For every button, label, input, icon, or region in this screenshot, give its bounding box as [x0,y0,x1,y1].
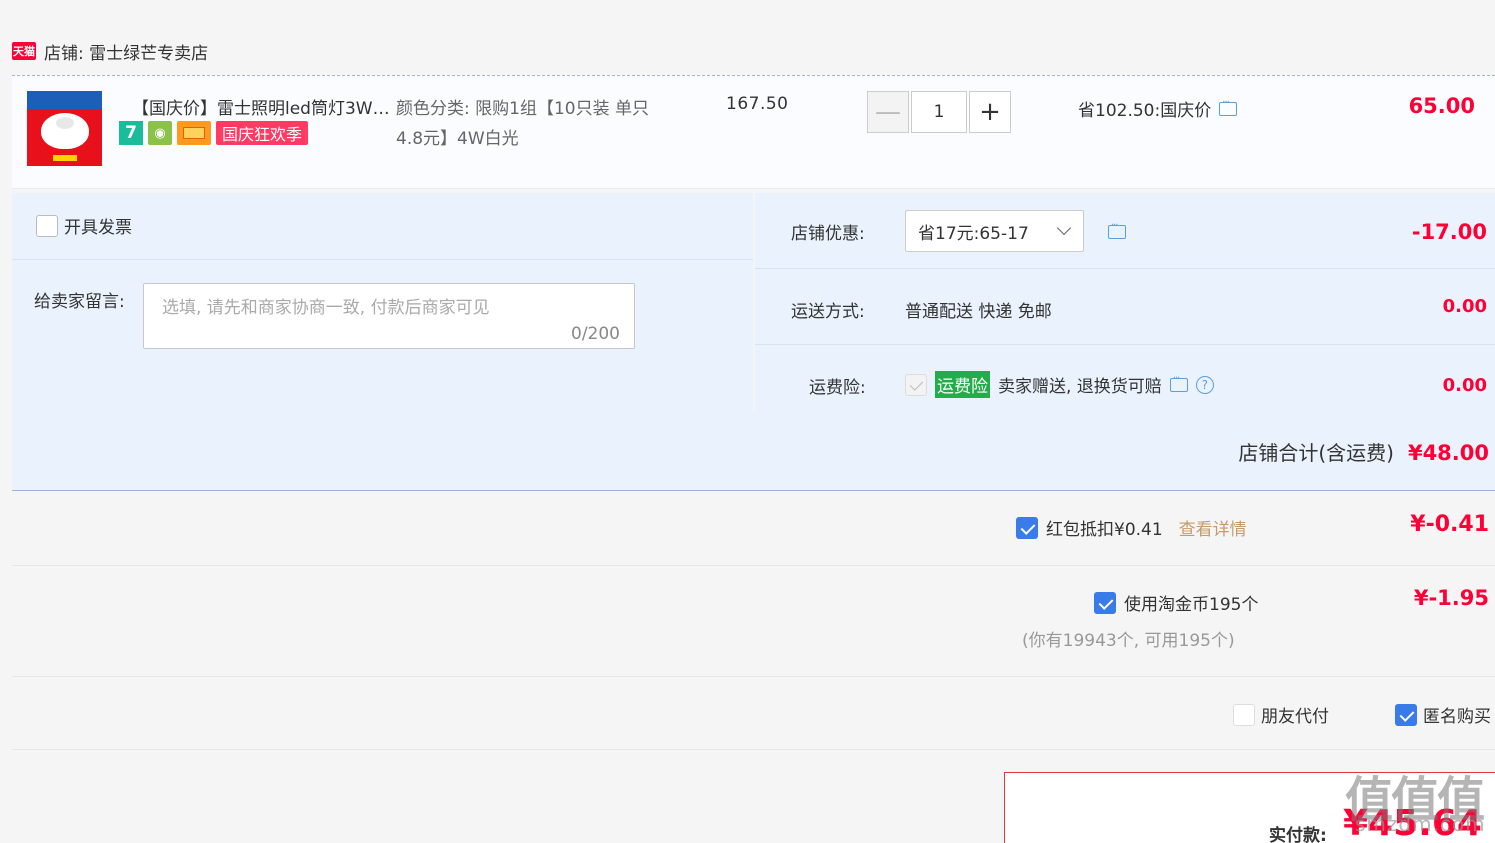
promo-text: 省102.50:国庆价 [1078,101,1212,121]
chat-icon[interactable] [1219,97,1238,116]
redpacket-details-link[interactable]: 查看详情 [1179,515,1247,540]
final-label: 实付款: [1269,826,1327,843]
coins-label: 使用淘金币195个 [1124,595,1259,615]
anonymous-label: 匿名购买 [1423,707,1491,727]
note-field: 0/200 [143,283,635,349]
invoice-checkbox[interactable] [36,214,58,237]
help-icon[interactable]: ? [1195,375,1214,394]
shipping-label: 运送方式: [791,302,865,322]
shipping-value: 普通配送 快递 免邮 [905,302,1052,322]
shop-total-label: 店铺合计(含运费) [1238,441,1394,465]
unit-price: 167.50 [726,94,789,114]
insurance-amount: 0.00 [1442,375,1487,396]
qty-decrease-button[interactable]: — [867,91,909,133]
insurance-text: 卖家赠送, 退换货可赔 [998,377,1162,397]
product-title-link[interactable]: 【国庆价】雷士照明led筒灯3W开孔天花灯家用客厅嵌入式射灯孔灯 [132,94,402,119]
note-counter: 0/200 [571,324,620,344]
redpacket-checkbox[interactable] [1016,516,1038,539]
coins-checkbox[interactable] [1094,591,1116,614]
coins-row: 使用淘金币195个 [1094,590,1258,615]
credit-card-icon[interactable] [177,121,211,145]
coins-note: (你有19943个, 可用195个) [1022,631,1235,651]
friend-pay-checkbox[interactable] [1233,703,1255,726]
redpacket-amount: ¥-0.41 [1410,512,1489,537]
quantity-stepper: — 1 + [867,91,1011,133]
redpacket-label: 红包抵扣¥0.41 [1046,520,1163,540]
discount-label: 店铺优惠: [791,224,865,244]
coins-amount: ¥-1.95 [1413,586,1489,610]
shop-discount-select[interactable]: 省17元:65-17 [905,210,1084,252]
item-total: 65.00 [1408,94,1475,118]
qty-increase-button[interactable]: + [969,91,1011,133]
promo-info: 省102.50:国庆价 [1078,96,1238,121]
seven-day-return-icon[interactable]: 7 [119,121,143,145]
sku-info: 颜色分类: 限购1组【10只装 单只4.8元】4W白光 [396,99,649,149]
discount-amount: -17.00 [1411,220,1487,244]
insurance-badge: 运费险 [935,371,990,398]
qty-input[interactable]: 1 [911,91,967,133]
redpacket-row: 红包抵扣¥0.41 查看详情 [1016,515,1247,540]
chat-icon[interactable] [1169,373,1188,392]
shop-name-link[interactable]: 店铺: 雷士绿芒专卖店 [44,39,208,64]
chat-icon[interactable] [1108,220,1126,239]
festival-badge[interactable]: 国庆狂欢季 [216,121,309,145]
chevron-down-icon [1056,220,1072,236]
friend-pay-label: 朋友代付 [1261,707,1329,727]
service-badges: 7 ◉ 国庆狂欢季 [119,121,309,145]
discount-selected: 省17元:65-17 [918,223,1029,244]
shop-total-value: ¥48.00 [1407,441,1489,465]
insurance-label: 运费险: [809,378,866,398]
shipping-amount: 0.00 [1442,296,1487,317]
tmall-logo: 天猫 [12,42,36,60]
shop-header: 天猫 店铺: 雷士绿芒专卖店 [12,36,208,66]
guarantee-icon[interactable]: ◉ [148,121,172,145]
friend-pay-option: 朋友代付 [1233,702,1329,727]
shop-total-bar: 店铺合计(含运费) ¥48.00 [12,411,1495,491]
anonymous-option: 匿名购买 [1395,702,1491,727]
cart-item-row: 【国庆价】雷士照明led筒灯3W开孔天花灯家用客厅嵌入式射灯孔灯 7 ◉ 国庆狂… [12,75,1495,189]
watermark-text: smzdm.com [1355,812,1486,836]
note-label: 给卖家留言: [34,292,125,312]
note-textarea[interactable] [144,284,634,348]
insurance-checkbox [905,373,927,396]
anonymous-checkbox[interactable] [1395,703,1417,726]
invoice-label: 开具发票 [64,218,132,238]
product-thumbnail[interactable] [27,91,102,166]
